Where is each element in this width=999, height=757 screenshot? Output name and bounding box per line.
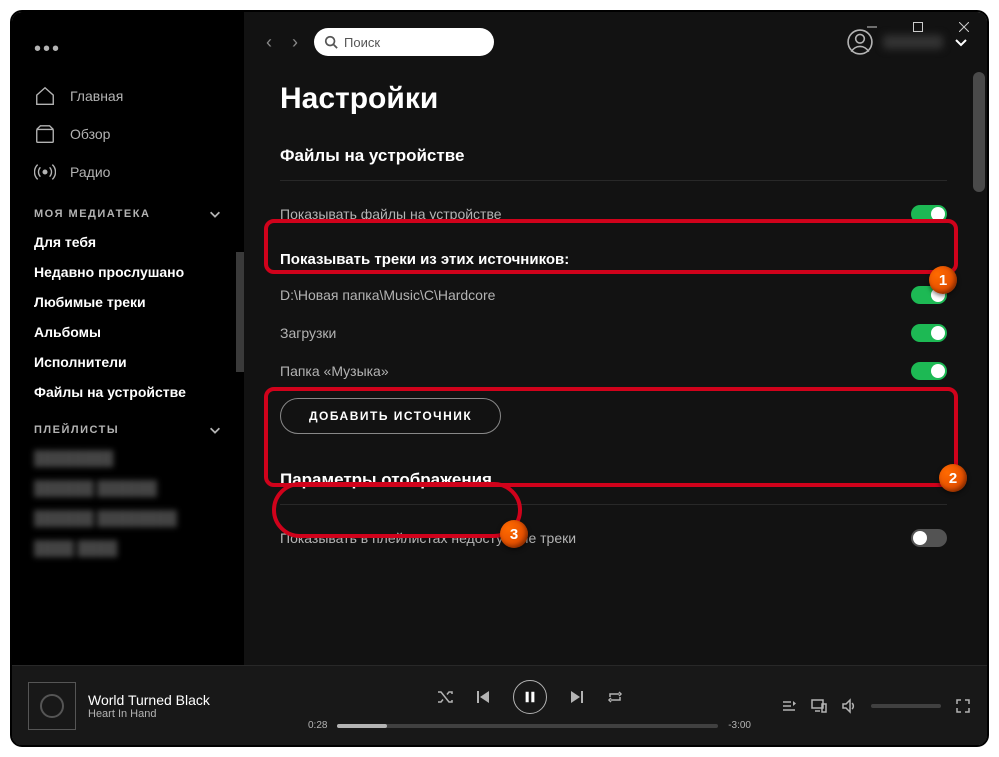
queue-button[interactable] bbox=[781, 698, 797, 714]
time-remaining: -3:00 bbox=[728, 720, 751, 731]
lib-item-recent[interactable]: Недавно прослушано bbox=[12, 257, 244, 287]
lib-item-albums[interactable]: Альбомы bbox=[12, 317, 244, 347]
sources-heading: Показывать треки из этих источников: bbox=[280, 233, 947, 276]
volume-button[interactable] bbox=[841, 698, 857, 714]
nav-back-button[interactable]: ‹ bbox=[262, 28, 276, 57]
playlist-item[interactable]: ██████ ████████ bbox=[12, 503, 244, 533]
lib-item-liked[interactable]: Любимые треки bbox=[12, 287, 244, 317]
source-path-3: Папка «Музыка» bbox=[280, 363, 389, 379]
nav-home-label: Главная bbox=[70, 88, 123, 104]
lib-item-artists[interactable]: Исполнители bbox=[12, 347, 244, 377]
lib-item-local-files[interactable]: Файлы на устройстве bbox=[12, 377, 244, 407]
player-controls: 0:28 -3:00 bbox=[308, 680, 751, 731]
more-menu-button[interactable]: ••• bbox=[12, 30, 244, 77]
section-display: Параметры отображения bbox=[280, 470, 947, 505]
app-window: ••• Главная Обзор Радио МОЯ МЕДИАТЕКА Дл… bbox=[10, 10, 989, 747]
row-show-unavailable: Показывать в плейлистах недоступные трек… bbox=[280, 519, 947, 557]
fullscreen-button[interactable] bbox=[955, 698, 971, 714]
callout-badge-2: 2 bbox=[939, 464, 967, 492]
minimize-button[interactable] bbox=[849, 12, 895, 42]
home-icon bbox=[34, 85, 56, 107]
app-body: ••• Главная Обзор Радио МОЯ МЕДИАТЕКА Дл… bbox=[12, 12, 987, 745]
album-cover[interactable] bbox=[28, 682, 76, 730]
window-controls bbox=[849, 12, 987, 42]
previous-button[interactable] bbox=[475, 689, 491, 705]
shuffle-button[interactable] bbox=[437, 689, 453, 705]
nav-forward-button[interactable]: › bbox=[288, 28, 302, 57]
nav-radio[interactable]: Радио bbox=[12, 153, 244, 191]
playlist-item[interactable]: ██████ ██████ bbox=[12, 473, 244, 503]
page-title: Настройки bbox=[280, 82, 947, 116]
time-elapsed: 0:28 bbox=[308, 720, 327, 731]
track-title[interactable]: World Turned Black bbox=[88, 692, 210, 708]
play-pause-button[interactable] bbox=[513, 680, 547, 714]
toggle-source-3[interactable] bbox=[911, 362, 947, 380]
nav-radio-label: Радио bbox=[70, 164, 110, 180]
player-bar: World Turned Black Heart In Hand 0:28 -3… bbox=[12, 665, 987, 745]
devices-button[interactable] bbox=[811, 698, 827, 714]
main-panel: ‹ › Поиск Настройки Файлы на устройстве … bbox=[244, 12, 987, 745]
search-placeholder: Поиск bbox=[344, 35, 380, 50]
track-artist[interactable]: Heart In Hand bbox=[88, 708, 210, 720]
settings-content: Настройки Файлы на устройстве Показывать… bbox=[244, 72, 987, 745]
nav-browse-label: Обзор bbox=[70, 126, 110, 142]
nav-home[interactable]: Главная bbox=[12, 77, 244, 115]
playlists-header[interactable]: ПЛЕЙЛИСТЫ bbox=[12, 407, 244, 443]
toggle-show-unavailable[interactable] bbox=[911, 529, 947, 547]
chevron-down-icon bbox=[208, 207, 222, 221]
section-local-files: Файлы на устройстве bbox=[280, 146, 947, 181]
show-unavailable-label: Показывать в плейлистах недоступные трек… bbox=[280, 530, 576, 546]
callout-badge-1: 1 bbox=[929, 266, 957, 294]
source-path-1: D:\Новая папка\Music\C\Hardcore bbox=[280, 287, 495, 303]
progress-bar[interactable] bbox=[337, 724, 718, 728]
playlist-item[interactable]: ████ ████ bbox=[12, 533, 244, 563]
maximize-button[interactable] bbox=[895, 12, 941, 42]
callout-badge-3: 3 bbox=[500, 520, 528, 548]
show-local-label: Показывать файлы на устройстве bbox=[280, 206, 502, 222]
toggle-show-local[interactable] bbox=[911, 205, 947, 223]
library-header[interactable]: МОЯ МЕДИАТЕКА bbox=[12, 191, 244, 227]
row-source-3: Папка «Музыка» bbox=[280, 352, 947, 390]
repeat-button[interactable] bbox=[607, 689, 623, 705]
radio-icon bbox=[34, 161, 56, 183]
lib-item-for-you[interactable]: Для тебя bbox=[12, 227, 244, 257]
now-playing: World Turned Black Heart In Hand bbox=[28, 682, 308, 730]
sidebar: ••• Главная Обзор Радио МОЯ МЕДИАТЕКА Дл… bbox=[12, 12, 244, 745]
row-show-local-files: Показывать файлы на устройстве bbox=[280, 195, 947, 233]
playlist-item[interactable]: ████████ bbox=[12, 443, 244, 473]
volume-slider[interactable] bbox=[871, 704, 941, 708]
nav-browse[interactable]: Обзор bbox=[12, 115, 244, 153]
add-source-button[interactable]: ДОБАВИТЬ ИСТОЧНИК bbox=[280, 398, 501, 434]
source-path-2: Загрузки bbox=[280, 325, 336, 341]
sidebar-scrollbar[interactable] bbox=[236, 252, 244, 372]
row-source-2: Загрузки bbox=[280, 314, 947, 352]
search-icon bbox=[324, 35, 338, 49]
next-button[interactable] bbox=[569, 689, 585, 705]
library-header-label: МОЯ МЕДИАТЕКА bbox=[34, 208, 150, 220]
player-extras bbox=[751, 698, 971, 714]
close-button[interactable] bbox=[941, 12, 987, 42]
playlists-header-label: ПЛЕЙЛИСТЫ bbox=[34, 424, 119, 436]
content-scrollbar[interactable] bbox=[973, 72, 985, 192]
chevron-down-icon bbox=[208, 423, 222, 437]
search-input[interactable]: Поиск bbox=[314, 28, 494, 56]
sources-label: Показывать треки из этих источников: bbox=[280, 251, 569, 268]
row-source-1: D:\Новая папка\Music\C\Hardcore bbox=[280, 276, 947, 314]
browse-icon bbox=[34, 123, 56, 145]
toggle-source-2[interactable] bbox=[911, 324, 947, 342]
